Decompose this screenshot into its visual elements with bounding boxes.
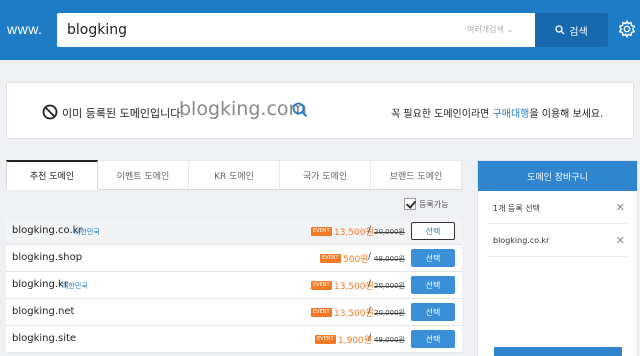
domain-cart: 도메인 장바구니 1개 등록 선택 ✕ blogking.co.kr ✕ [477,160,638,356]
original-price: 49,000원 [374,255,405,263]
notice-domain: blogking.com [179,98,308,120]
tab-recommended[interactable]: 추천 도메인 [6,160,98,190]
remove-item-icon[interactable]: ✕ [616,234,625,247]
search-icon [555,25,565,35]
gear-icon[interactable] [618,20,636,38]
table-row: blogking.shop EVENT 500원 / 49,000원 선택 [6,245,462,272]
price-separator: / [368,225,372,235]
price-separator: / [368,279,372,289]
domain-name: blogking.co.kr [12,225,83,236]
table-row: blogking.site EVENT 1,900원 / 49,000원 선택 [6,326,462,353]
original-price: 20,000원 [374,309,405,317]
domain-name: blogking.shop [12,252,83,263]
event-badge: EVENT [311,308,332,317]
purchase-agency-link[interactable]: 구매대행 [493,109,530,120]
cart-title: 도메인 장바구니 [478,161,637,191]
price-separator: / [368,333,372,343]
cart-submit-button[interactable] [494,347,622,356]
chevron-down-icon: ⌄ [506,25,514,34]
country-tag: 대한민국 [62,282,88,290]
event-badge: EVENT [320,254,341,263]
available-filter[interactable]: 등록가능 [404,198,448,210]
select-button[interactable]: 선택 [411,303,455,321]
original-price: 49,000원 [374,336,405,344]
search-type-dropdown[interactable]: 여러개검색 ⌄ [467,24,514,35]
tab-kr[interactable]: KR 도메인 [189,160,280,189]
close-icon[interactable]: ✕ [616,201,625,214]
table-row: blogking.kr 대한민국 EVENT 13,500원 / 20,000원… [6,272,462,299]
notice-message: 이미 등록된 도메인입니다. [62,107,184,120]
tab-brand[interactable]: 브랜드 도메인 [371,160,462,189]
cart-item: blogking.co.kr ✕ [488,224,627,257]
tab-event[interactable]: 이벤트 도메인 [98,160,189,189]
notice-right-suffix: 을 이용해 보세요. [529,109,604,120]
event-badge: EVENT [315,335,336,344]
event-badge: EVENT [311,227,332,236]
search-button[interactable]: 검색 [535,13,608,47]
domain-name: blogking.site [12,333,77,344]
available-filter-label: 등록가능 [419,199,449,209]
domain-search-input[interactable] [67,20,447,40]
search-button-label: 검색 [569,26,588,38]
original-price: 20,000원 [374,282,405,290]
domain-name: blogking.net [12,306,75,317]
tab-country[interactable]: 국가 도메인 [280,160,371,189]
select-button[interactable]: 선택 [411,276,455,294]
cart-item-domain: blogking.co.kr [493,236,550,245]
domain-tabs: 추천 도메인 이벤트 도메인 KR 도메인 국가 도메인 브랜드 도메인 [6,160,462,190]
prohibited-icon [42,104,58,120]
original-price: 20,000원 [374,228,405,236]
top-header: www. 여러개검색⌄ 검색 [0,0,640,60]
table-row: blogking.co.kr 대한민국 EVENT 13,500원 / 20,0… [6,218,462,245]
event-badge: EVENT [311,281,332,290]
purchase-agency-notice: 꼭 필요한 도메인이라면 구매대행을 이용해 보세요. [391,105,603,120]
search-icon[interactable] [291,101,309,119]
select-button[interactable]: 선택 [411,249,455,267]
sale-price: 500원 [343,255,369,265]
available-checkbox[interactable] [404,198,416,210]
domain-name: blogking.kr [12,279,68,290]
search-type-label: 여러개검색 [467,25,504,34]
price-separator: / [368,252,372,262]
cart-count-row: 1개 등록 선택 ✕ [488,191,627,224]
notice-right-prefix: 꼭 필요한 도메인이라면 [391,109,493,120]
select-button[interactable]: 선택 [411,330,455,348]
country-tag: 대한민국 [74,228,100,236]
sale-price: 1,900원 [338,336,373,346]
registered-notice: 이미 등록된 도메인입니다. blogking.com 꼭 필요한 도메인이라면… [6,82,634,139]
select-button[interactable]: 선택 [411,222,455,240]
www-prefix: www. [7,21,43,37]
cart-count: 1개 등록 선택 [493,204,540,213]
search-box[interactable] [57,13,535,47]
domain-results: blogking.co.kr 대한민국 EVENT 13,500원 / 20,0… [6,218,462,353]
table-row: blogking.net EVENT 13,500원 / 20,000원 선택 [6,299,462,326]
price-separator: / [368,306,372,316]
